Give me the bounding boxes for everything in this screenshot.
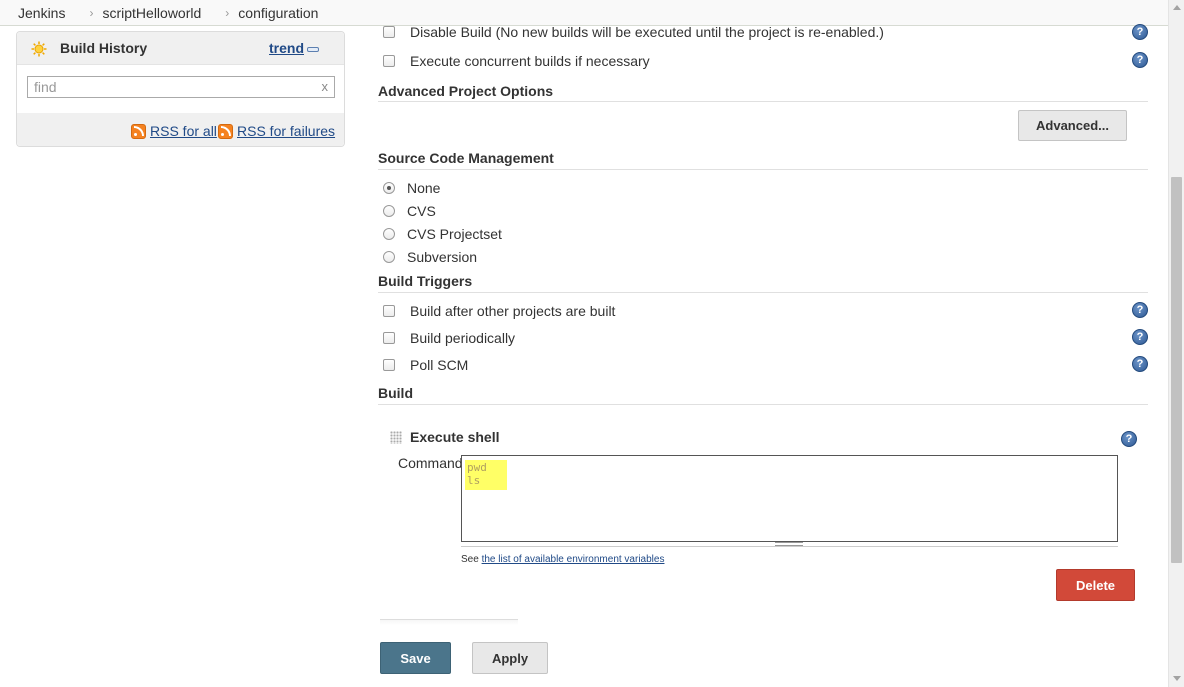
advanced-options-title: Advanced Project Options bbox=[378, 83, 554, 99]
scm-title: Source Code Management bbox=[378, 150, 554, 166]
disable-build-option[interactable]: Disable Build (No new builds will be exe… bbox=[383, 24, 884, 40]
trend-link[interactable]: trend bbox=[269, 40, 304, 56]
scroll-down-arrow-icon[interactable] bbox=[1173, 676, 1181, 681]
clear-search-button[interactable]: x bbox=[322, 79, 329, 94]
rss-failures[interactable]: RSS for failures bbox=[218, 123, 335, 139]
section-divider bbox=[378, 404, 1148, 405]
add-build-step-edge bbox=[380, 619, 518, 625]
concurrent-builds-label: Execute concurrent builds if necessary bbox=[410, 53, 650, 69]
build-history-header: Build History trend bbox=[17, 32, 344, 65]
scm-radio-none[interactable] bbox=[383, 182, 395, 194]
trigger-checkbox[interactable] bbox=[383, 332, 395, 344]
question-circle-icon[interactable]: ? bbox=[1121, 431, 1137, 447]
question-circle-icon[interactable]: ? bbox=[1132, 329, 1148, 345]
question-circle-icon[interactable]: ? bbox=[1132, 302, 1148, 318]
breadcrumb: Jenkins › scriptHelloworld › configurati… bbox=[0, 0, 1168, 26]
env-vars-hint: See the list of available environment va… bbox=[461, 554, 664, 565]
build-title: Build bbox=[378, 385, 413, 401]
breadcrumb-jenkins[interactable]: Jenkins bbox=[0, 5, 65, 21]
breadcrumb-project[interactable]: scriptHelloworld bbox=[93, 5, 201, 21]
trigger-checkbox[interactable] bbox=[383, 305, 395, 317]
scm-option-label: Subversion bbox=[407, 249, 478, 265]
apply-button[interactable]: Apply bbox=[472, 642, 548, 674]
section-divider bbox=[378, 169, 1148, 170]
trigger-checkbox[interactable] bbox=[383, 359, 395, 371]
trigger-build-periodically[interactable]: Build periodically bbox=[383, 330, 515, 346]
rss-all-link[interactable]: RSS for all bbox=[150, 123, 217, 139]
scm-radio-subversion[interactable] bbox=[383, 251, 395, 263]
section-divider bbox=[378, 101, 1148, 102]
env-vars-link[interactable]: the list of available environment variab… bbox=[482, 554, 665, 565]
rss-all[interactable]: RSS for all bbox=[131, 123, 217, 139]
disable-build-label: Disable Build (No new builds will be exe… bbox=[410, 24, 884, 40]
scm-option-label: CVS Projectset bbox=[407, 226, 502, 242]
drag-handle-icon[interactable] bbox=[390, 431, 402, 444]
section-divider bbox=[378, 292, 1148, 293]
advanced-button[interactable]: Advanced... bbox=[1018, 110, 1127, 141]
rss-icon bbox=[131, 123, 146, 139]
execute-shell-title: Execute shell bbox=[410, 429, 500, 445]
question-circle-icon[interactable]: ? bbox=[1132, 356, 1148, 372]
build-history-pane: Build History trend find x RSS for all R… bbox=[16, 31, 345, 147]
trigger-label: Poll SCM bbox=[410, 357, 469, 373]
save-button[interactable]: Save bbox=[380, 642, 451, 674]
trigger-label: Build periodically bbox=[410, 330, 516, 346]
concurrent-builds-checkbox[interactable] bbox=[383, 55, 395, 67]
rss-failures-link[interactable]: RSS for failures bbox=[237, 123, 335, 139]
scroll-thumb[interactable] bbox=[1171, 177, 1182, 563]
command-textarea[interactable]: pwd ls bbox=[461, 455, 1118, 542]
command-label: Command bbox=[398, 455, 463, 471]
disable-build-checkbox[interactable] bbox=[383, 26, 395, 38]
build-search-input[interactable]: find x bbox=[27, 76, 335, 98]
env-vars-prefix: See bbox=[461, 554, 482, 565]
scm-radio-cvs[interactable] bbox=[383, 205, 395, 217]
delete-button[interactable]: Delete bbox=[1056, 569, 1135, 601]
question-circle-icon[interactable]: ? bbox=[1132, 24, 1148, 40]
trigger-poll-scm[interactable]: Poll SCM bbox=[383, 357, 468, 373]
scm-option-label: CVS bbox=[407, 203, 436, 219]
textarea-resize-bar[interactable] bbox=[461, 542, 1118, 547]
trigger-label: Build after other projects are built bbox=[410, 303, 616, 319]
build-search-placeholder: find bbox=[34, 79, 57, 95]
collapse-icon[interactable] bbox=[307, 47, 319, 52]
scm-option-cvs-projectset[interactable]: CVS Projectset bbox=[383, 226, 502, 242]
vertical-scrollbar[interactable] bbox=[1168, 0, 1184, 687]
resize-grip-icon[interactable] bbox=[775, 542, 803, 546]
scm-option-none[interactable]: None bbox=[383, 180, 440, 196]
command-text: pwd ls bbox=[467, 461, 487, 487]
breadcrumb-configuration[interactable]: configuration bbox=[229, 5, 318, 21]
scroll-up-arrow-icon[interactable] bbox=[1173, 5, 1181, 10]
sun-weather-icon bbox=[31, 41, 47, 57]
question-circle-icon[interactable]: ? bbox=[1132, 52, 1148, 68]
build-triggers-title: Build Triggers bbox=[378, 273, 473, 289]
scm-option-label: None bbox=[407, 180, 441, 196]
build-history-footer: RSS for all RSS for failures bbox=[17, 113, 344, 146]
build-history-title: Build History bbox=[60, 40, 148, 56]
scm-option-subversion[interactable]: Subversion bbox=[383, 249, 477, 265]
concurrent-builds-option[interactable]: Execute concurrent builds if necessary bbox=[383, 53, 650, 69]
trigger-after-other-projects[interactable]: Build after other projects are built bbox=[383, 303, 615, 319]
rss-icon bbox=[218, 123, 233, 139]
scm-radio-cvs-projectset[interactable] bbox=[383, 228, 395, 240]
scm-option-cvs[interactable]: CVS bbox=[383, 203, 436, 219]
